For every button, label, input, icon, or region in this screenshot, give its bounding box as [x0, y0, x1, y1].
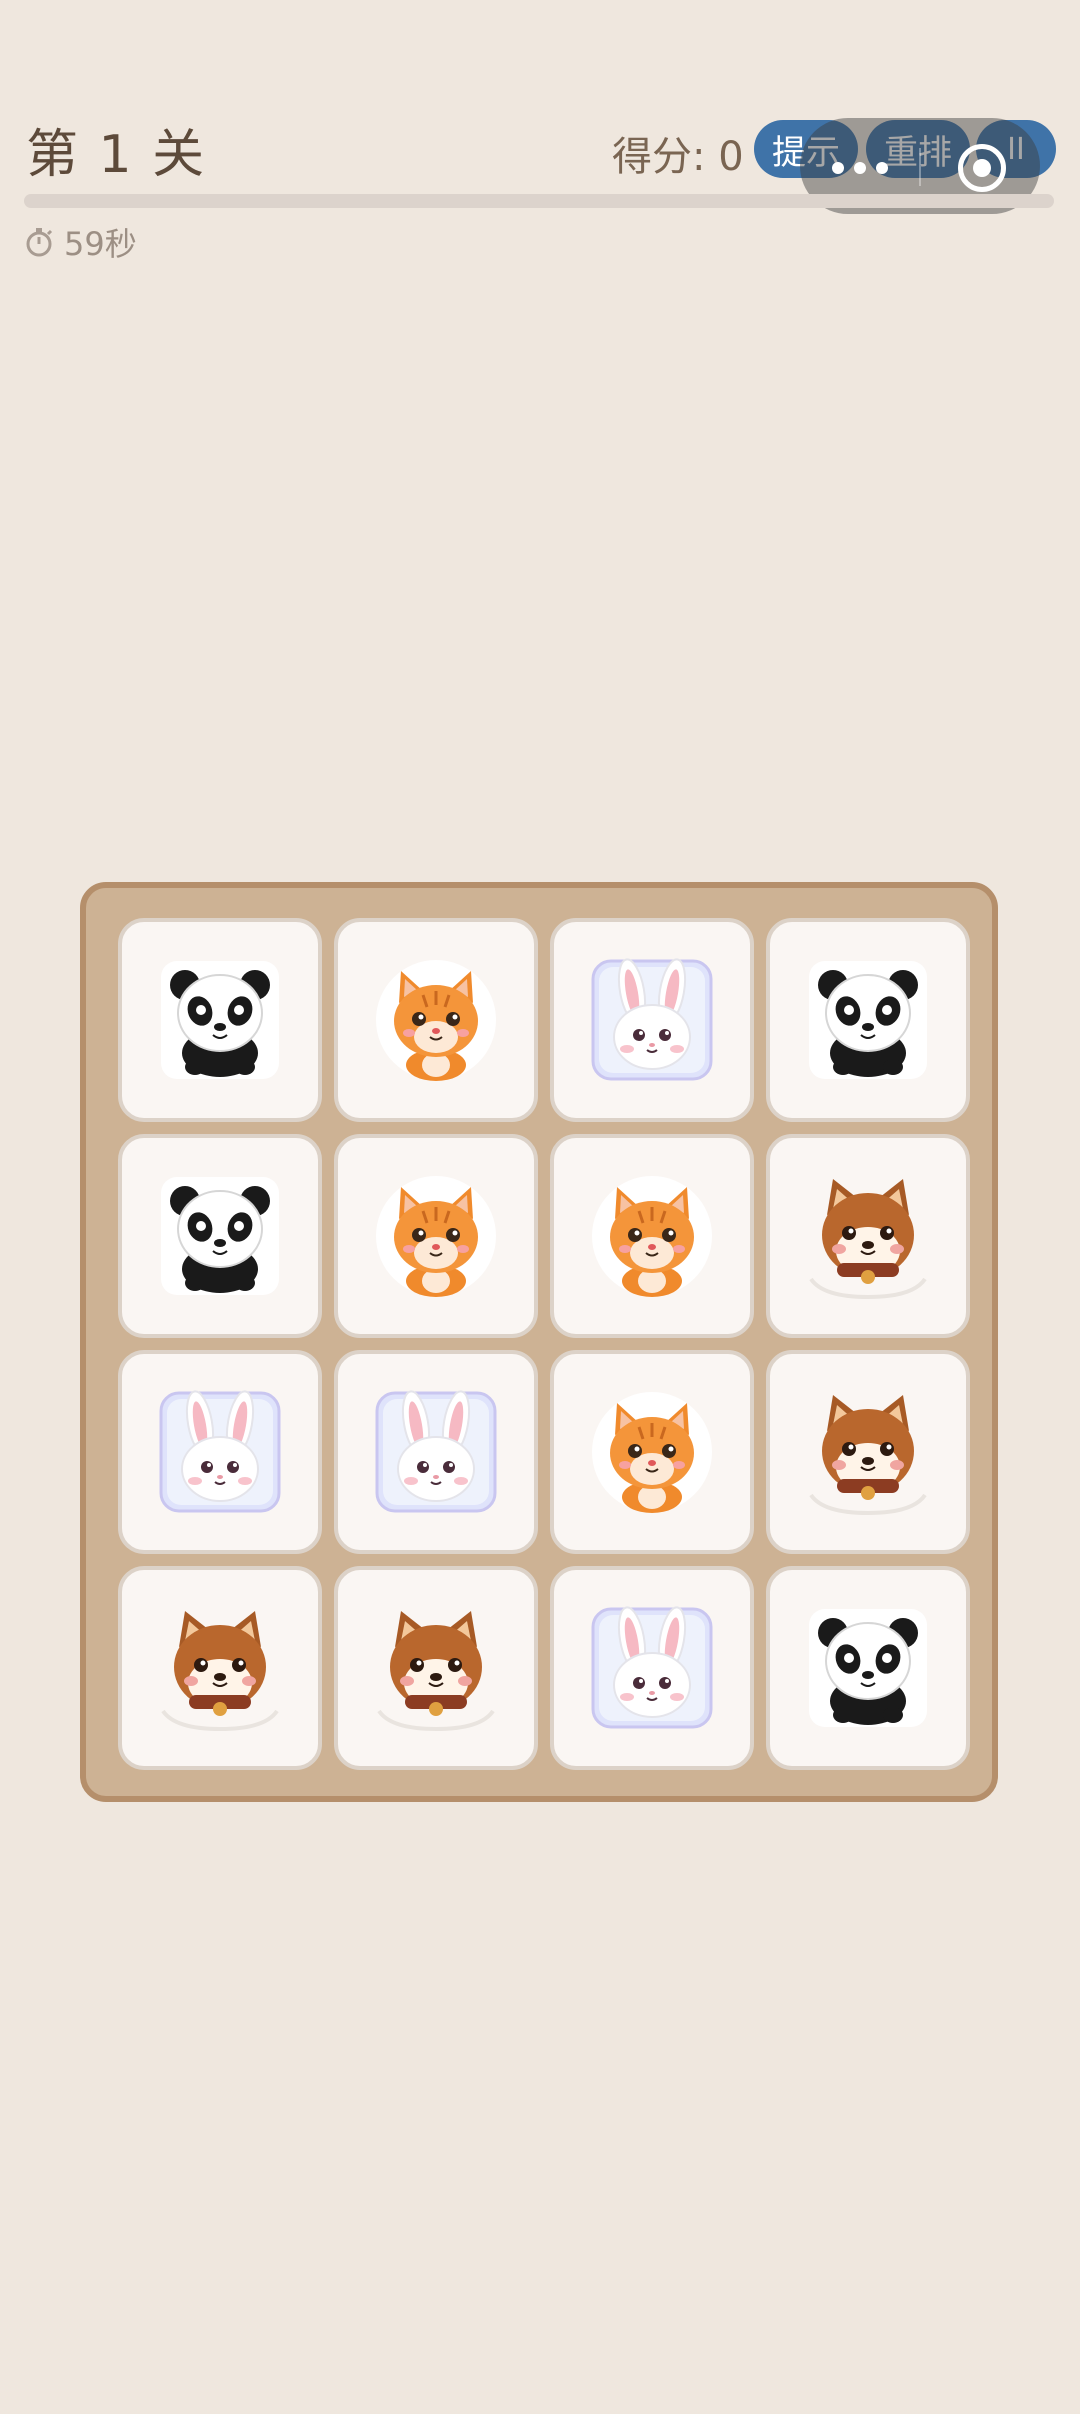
tile-cat[interactable]: [334, 1134, 538, 1338]
tile-shiba[interactable]: [334, 1566, 538, 1770]
time-progress-bar: [24, 194, 1054, 208]
shiba-icon: [155, 1603, 285, 1733]
tile-cat[interactable]: [550, 1350, 754, 1554]
tile-panda[interactable]: [766, 1566, 970, 1770]
more-menu-icon[interactable]: [832, 156, 892, 178]
tile-panda[interactable]: [118, 918, 322, 1122]
tile-cat[interactable]: [550, 1134, 754, 1338]
score-display: 得分: 0: [612, 134, 744, 180]
cat-icon: [371, 1171, 501, 1301]
tile-bunny[interactable]: [550, 1566, 754, 1770]
bunny-icon: [587, 1603, 717, 1733]
level-title: 第 1 关: [26, 125, 207, 185]
bunny-icon: [371, 1387, 501, 1517]
capsule-divider: [919, 148, 921, 186]
stopwatch-icon: [26, 228, 53, 257]
tile-cat[interactable]: [334, 918, 538, 1122]
timer: 59秒: [24, 222, 137, 263]
tile-shiba[interactable]: [766, 1134, 970, 1338]
tile-panda[interactable]: [766, 918, 970, 1122]
cat-icon: [587, 1171, 717, 1301]
tile-panda[interactable]: [118, 1134, 322, 1338]
shiba-icon: [803, 1387, 933, 1517]
timer-text: 59秒: [64, 225, 137, 263]
tile-shiba[interactable]: [766, 1350, 970, 1554]
tile-bunny[interactable]: [550, 918, 754, 1122]
shiba-icon: [371, 1603, 501, 1733]
game-board: [80, 882, 998, 1802]
panda-icon: [803, 955, 933, 1085]
panda-icon: [155, 955, 285, 1085]
cat-icon: [371, 955, 501, 1085]
shiba-icon: [803, 1171, 933, 1301]
bunny-icon: [155, 1387, 285, 1517]
panda-icon: [803, 1603, 933, 1733]
cat-icon: [587, 1387, 717, 1517]
panda-icon: [155, 1171, 285, 1301]
bunny-icon: [587, 955, 717, 1085]
close-target-icon[interactable]: [958, 144, 1006, 192]
tile-bunny[interactable]: [118, 1350, 322, 1554]
tile-shiba[interactable]: [118, 1566, 322, 1770]
tile-bunny[interactable]: [334, 1350, 538, 1554]
